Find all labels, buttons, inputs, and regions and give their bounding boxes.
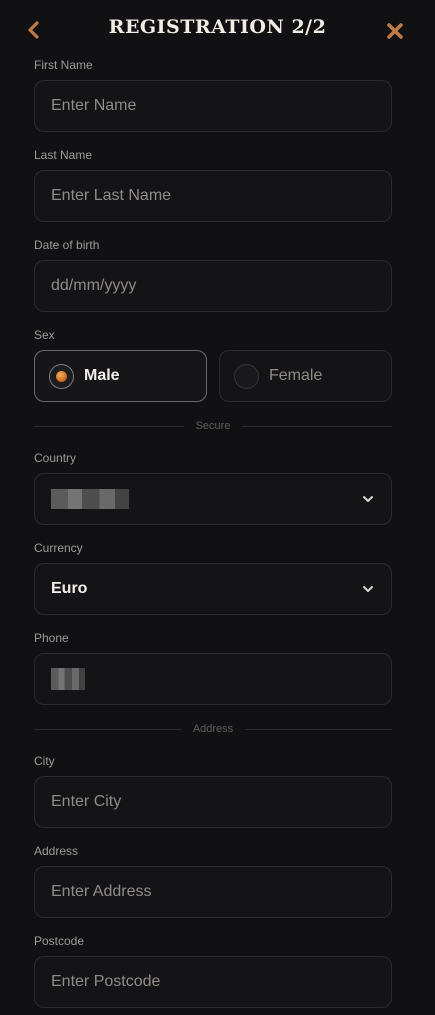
country-value-redacted xyxy=(51,489,129,509)
address-divider: Address xyxy=(34,722,393,736)
secure-divider: Secure xyxy=(34,419,393,433)
postcode-field[interactable]: Enter Postcode xyxy=(34,956,392,1008)
sex-option-label: Male xyxy=(84,367,120,384)
first-name-field[interactable]: Enter Name xyxy=(34,80,392,132)
chevron-down-icon xyxy=(363,496,373,502)
last-name-label: Last Name xyxy=(34,148,93,162)
first-name-placeholder: Enter Name xyxy=(51,97,137,114)
secure-divider-label: Secure xyxy=(195,420,231,432)
address-label: Address xyxy=(34,844,79,858)
close-button[interactable] xyxy=(383,19,407,43)
address-divider-label: Address xyxy=(192,723,234,735)
sex-label: Sex xyxy=(34,328,55,342)
currency-select[interactable]: Euro xyxy=(34,563,392,615)
address-field[interactable]: Enter Address xyxy=(34,866,392,918)
phone-field[interactable] xyxy=(34,653,392,705)
currency-label: Currency xyxy=(34,541,83,555)
currency-value: Euro xyxy=(51,580,88,597)
city-field[interactable]: Enter City xyxy=(34,776,392,828)
last-name-placeholder: Enter Last Name xyxy=(51,187,172,204)
phone-value-redacted xyxy=(51,668,85,690)
close-icon xyxy=(387,23,403,39)
page-title: REGISTRATION 2/2 xyxy=(108,16,327,38)
phone-label: Phone xyxy=(34,631,69,645)
chevron-down-icon xyxy=(363,586,373,592)
first-name-label: First Name xyxy=(34,58,93,72)
date-of-birth-placeholder: dd/mm/yyyy xyxy=(51,277,137,294)
country-select[interactable] xyxy=(34,473,392,525)
city-placeholder: Enter City xyxy=(51,793,122,810)
country-label: Country xyxy=(34,451,77,465)
sex-option-female[interactable]: Female xyxy=(219,350,392,402)
postcode-placeholder: Enter Postcode xyxy=(51,973,161,990)
top-bar: REGISTRATION 2/2 xyxy=(0,0,435,58)
address-placeholder: Enter Address xyxy=(51,883,152,900)
last-name-field[interactable]: Enter Last Name xyxy=(34,170,392,222)
radio-unselected-icon xyxy=(234,363,259,389)
date-of-birth-label: Date of birth xyxy=(34,238,100,252)
date-of-birth-field[interactable]: dd/mm/yyyy xyxy=(34,260,392,312)
sex-option-male[interactable]: Male xyxy=(34,350,207,402)
city-label: City xyxy=(34,754,55,768)
sex-option-label: Female xyxy=(269,367,323,384)
radio-selected-icon xyxy=(49,363,74,389)
postcode-label: Postcode xyxy=(34,934,85,948)
